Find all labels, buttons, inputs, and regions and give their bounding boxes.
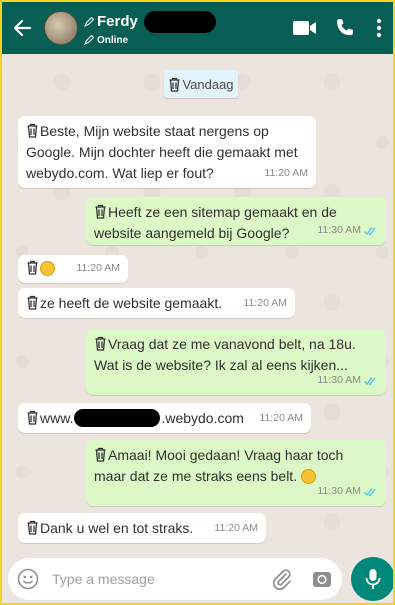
camera-button[interactable]: [302, 558, 342, 600]
message-input[interactable]: [52, 571, 262, 587]
trash-icon: [95, 447, 106, 462]
message-incoming[interactable]: 11:20 AM: [18, 255, 128, 283]
video-call-icon: [293, 21, 316, 35]
message-text-suffix: .webydo.com: [161, 410, 244, 426]
double-tick-icon: [364, 226, 376, 236]
message-time: 11:30 AM: [317, 481, 378, 502]
message-incoming[interactable]: ze heeft de website gemaakt. 11:20 AM: [18, 288, 295, 318]
message-text-prefix: www.: [40, 410, 74, 426]
double-tick-icon: [364, 376, 376, 386]
avatar[interactable]: [44, 11, 78, 45]
trash-icon: [27, 260, 38, 275]
trash-icon: [169, 77, 180, 92]
video-call-button[interactable]: [285, 2, 325, 54]
message-time: 11:20 AM: [264, 167, 308, 179]
trash-icon: [27, 410, 38, 425]
contact-name: Ferdy: [97, 13, 138, 30]
camera-icon: [313, 572, 331, 587]
more-menu-icon: [376, 18, 382, 38]
chat-screen: Ferdy Online Vandaag Beste, Mijn website…: [0, 0, 395, 605]
mic-icon: [365, 569, 381, 589]
message-outgoing[interactable]: Heeft ze een sitemap gemaakt en de websi…: [86, 197, 386, 245]
message-outgoing[interactable]: Vraag dat ze me vanavond belt, na 18u. W…: [86, 329, 386, 395]
contact-info[interactable]: Ferdy Online: [84, 10, 216, 46]
message-time: 11:30 AM: [317, 370, 378, 391]
back-arrow-icon: [13, 19, 32, 37]
message-text: ze heeft de website gemaakt.: [40, 295, 223, 311]
pencil-icon: [84, 16, 94, 27]
phone-call-button[interactable]: [325, 2, 365, 54]
more-menu-button[interactable]: [365, 2, 393, 54]
double-tick-icon: [364, 487, 376, 497]
message-text: Beste, Mijn website staat nergens op Goo…: [26, 123, 298, 181]
emoji-icon: [17, 568, 39, 590]
date-label: Vandaag: [182, 76, 234, 92]
attach-icon: [272, 569, 291, 590]
trash-icon: [27, 520, 38, 535]
trash-icon: [95, 204, 106, 219]
emoji-icon: [40, 261, 55, 276]
pencil-icon: [84, 35, 94, 45]
trash-icon: [95, 336, 106, 351]
redacted-surname: [143, 10, 216, 33]
back-button[interactable]: [4, 2, 40, 54]
phone-icon: [337, 19, 353, 36]
contact-status: Online: [97, 34, 129, 46]
composer-bar: [8, 558, 342, 600]
mic-button[interactable]: [351, 557, 393, 601]
smile-emoji-icon: [300, 469, 316, 484]
redacted-domain: [74, 409, 161, 427]
message-time: 11:20 AM: [243, 297, 287, 309]
message-incoming[interactable]: Beste, Mijn website staat nergens op Goo…: [18, 116, 316, 188]
emoji-button[interactable]: [8, 558, 48, 600]
trash-icon: [27, 123, 38, 138]
chat-header: Ferdy Online: [2, 2, 393, 54]
message-time: 11:20 AM: [214, 522, 258, 534]
message-text: Vraag dat ze me vanavond belt, na 18u. W…: [94, 336, 356, 373]
date-chip: Vandaag: [164, 70, 238, 98]
attach-button[interactable]: [262, 558, 302, 600]
message-time: 11:30 AM: [317, 220, 378, 241]
message-incoming[interactable]: Dank u wel en tot straks. 11:20 AM: [18, 513, 266, 543]
message-text: Heeft ze een sitemap gemaakt en de websi…: [94, 204, 337, 241]
message-outgoing[interactable]: Amaai! Mooi gedaan! Vraag haar toch maar…: [86, 440, 386, 506]
message-time: 11:20 AM: [76, 262, 120, 274]
trash-icon: [27, 295, 38, 310]
message-text: Dank u wel en tot straks.: [40, 520, 194, 536]
message-incoming[interactable]: www. .webydo.com 11:20 AM: [18, 403, 311, 433]
message-time: 11:20 AM: [259, 412, 303, 424]
